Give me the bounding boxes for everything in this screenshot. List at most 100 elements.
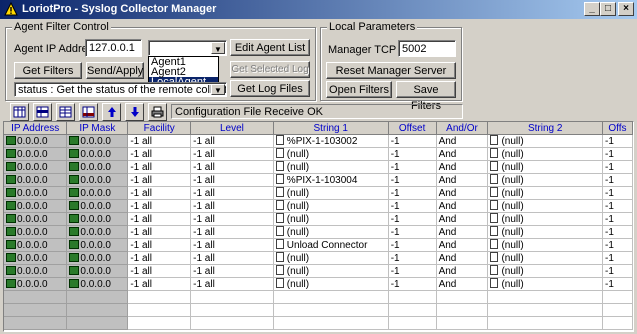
table-cell[interactable] [436, 303, 489, 317]
column-header[interactable]: String 1 [273, 122, 389, 135]
table-cell[interactable] [602, 316, 633, 330]
table-cell[interactable] [127, 303, 192, 317]
table-cell[interactable] [436, 316, 489, 330]
print-button[interactable] [148, 103, 167, 121]
move-up-button[interactable] [102, 103, 121, 121]
table-cell[interactable] [388, 303, 437, 317]
table-cell[interactable] [66, 316, 129, 330]
table-cell[interactable]: 0.0.0.0 [66, 199, 129, 213]
table-cell[interactable]: -1 [388, 186, 437, 200]
table-cell[interactable]: (null) [487, 277, 603, 291]
column-header[interactable]: Facility [127, 122, 192, 135]
column-header[interactable]: Offs [602, 122, 633, 135]
table-cell[interactable]: 0.0.0.0 [4, 186, 68, 200]
table-cell[interactable] [273, 290, 389, 304]
table-cell[interactable]: -1 [388, 134, 437, 148]
add-row-button[interactable] [10, 103, 29, 121]
table-cell[interactable]: -1 all [127, 238, 192, 252]
table-cell[interactable]: -1 [602, 264, 633, 278]
table-cell[interactable]: (null) [487, 264, 603, 278]
table-cell[interactable] [436, 290, 489, 304]
table-cell[interactable]: 0.0.0.0 [4, 199, 68, 213]
table-cell[interactable]: -1 all [127, 225, 192, 239]
table-cell[interactable]: -1 [388, 199, 437, 213]
table-cell[interactable]: 0.0.0.0 [4, 264, 68, 278]
table-cell[interactable]: -1 all [127, 173, 192, 187]
send-apply-button[interactable]: Send/Apply [86, 62, 144, 79]
table-cell[interactable]: -1 all [190, 264, 274, 278]
open-filters-button[interactable]: Open Filters [326, 81, 392, 98]
table-cell[interactable]: -1 all [190, 238, 274, 252]
table-row[interactable] [4, 303, 633, 317]
column-header[interactable]: String 2 [487, 122, 603, 135]
table-cell[interactable] [66, 303, 129, 317]
table-cell[interactable] [127, 290, 192, 304]
table-row[interactable]: 0.0.0.0 0.0.0.0 -1 all -1 all (null) -1 And (nu… [4, 225, 633, 239]
table-cell[interactable]: 0.0.0.0 [66, 238, 129, 252]
edit-agent-list-button[interactable]: Edit Agent List [230, 39, 310, 56]
table-row[interactable] [4, 316, 633, 330]
table-row[interactable]: 0.0.0.0 0.0.0.0 -1 all -1 all (null) -1 And (nu… [4, 251, 633, 265]
table-cell[interactable]: Unload Connector [273, 238, 389, 252]
table-cell[interactable]: -1 [602, 186, 633, 200]
table-row[interactable]: 0.0.0.0 0.0.0.0 -1 all -1 all (null) -1 And (nu… [4, 199, 633, 213]
table-cell[interactable]: (null) [273, 199, 389, 213]
table-row[interactable]: 0.0.0.0 0.0.0.0 -1 all -1 all %PIX-1-103004 -… [4, 173, 633, 187]
table-cell[interactable]: (null) [487, 173, 603, 187]
get-filters-button[interactable]: Get Filters [14, 62, 82, 79]
table-cell[interactable]: -1 all [127, 147, 192, 161]
table-cell[interactable]: 0.0.0.0 [66, 147, 129, 161]
table-cell[interactable] [4, 316, 68, 330]
table-cell[interactable]: 0.0.0.0 [4, 134, 68, 148]
table-cell[interactable]: (null) [273, 264, 389, 278]
table-row[interactable]: 0.0.0.0 0.0.0.0 -1 all -1 all Unload Connect… [4, 238, 633, 252]
table-cell[interactable] [190, 290, 274, 304]
table-cell[interactable]: 0.0.0.0 [66, 173, 129, 187]
table-cell[interactable]: -1 all [190, 251, 274, 265]
table-cell[interactable] [487, 290, 603, 304]
table-cell[interactable]: 0.0.0.0 [4, 160, 68, 174]
table-cell[interactable]: -1 all [127, 277, 192, 291]
column-header[interactable]: IP Mask [66, 122, 129, 135]
table-cell[interactable] [4, 303, 68, 317]
table-cell[interactable]: 0.0.0.0 [66, 264, 129, 278]
table-cell[interactable]: (null) [487, 238, 603, 252]
table-cell[interactable]: 0.0.0.0 [4, 147, 68, 161]
save-filters-button[interactable]: Save Filters [396, 81, 456, 112]
table-cell[interactable]: -1 all [127, 251, 192, 265]
table-cell[interactable] [4, 290, 68, 304]
table-row[interactable]: 0.0.0.0 0.0.0.0 -1 all -1 all (null) -1 And (nu… [4, 264, 633, 278]
table-cell[interactable]: And [436, 225, 489, 239]
table-row[interactable]: 0.0.0.0 0.0.0.0 -1 all -1 all (null) -1 And (nu… [4, 277, 633, 291]
table-cell[interactable] [190, 303, 274, 317]
column-header[interactable]: Level [190, 122, 274, 135]
table-cell[interactable] [602, 290, 633, 304]
table-cell[interactable]: And [436, 173, 489, 187]
table-cell[interactable]: -1 all [127, 186, 192, 200]
table-cell[interactable]: -1 [602, 212, 633, 226]
table-cell[interactable]: -1 [602, 160, 633, 174]
table-cell[interactable]: (null) [487, 199, 603, 213]
table-cell[interactable]: -1 all [190, 212, 274, 226]
table-cell[interactable] [602, 303, 633, 317]
filter-table[interactable]: IP Address IP Mask Facility Level String… [3, 121, 634, 332]
table-cell[interactable]: And [436, 251, 489, 265]
table-cell[interactable]: -1 [602, 238, 633, 252]
table-cell[interactable]: 0.0.0.0 [66, 277, 129, 291]
table-cell[interactable]: -1 [602, 251, 633, 265]
table-cell[interactable] [388, 316, 437, 330]
table-cell[interactable]: 0.0.0.0 [66, 251, 129, 265]
table-cell[interactable]: -1 [388, 147, 437, 161]
table-cell[interactable] [487, 303, 603, 317]
table-cell[interactable] [388, 290, 437, 304]
table-cell[interactable]: (null) [273, 160, 389, 174]
chevron-down-icon[interactable]: ▼ [211, 42, 225, 54]
table-cell[interactable]: (null) [487, 225, 603, 239]
table-cell[interactable] [273, 303, 389, 317]
insert-row-button[interactable] [33, 103, 52, 121]
table-cell[interactable]: (null) [487, 160, 603, 174]
manager-port-input[interactable]: 5002 [398, 40, 456, 57]
table-cell[interactable]: -1 all [190, 225, 274, 239]
table-cell[interactable]: And [436, 134, 489, 148]
table-cell[interactable] [66, 290, 129, 304]
